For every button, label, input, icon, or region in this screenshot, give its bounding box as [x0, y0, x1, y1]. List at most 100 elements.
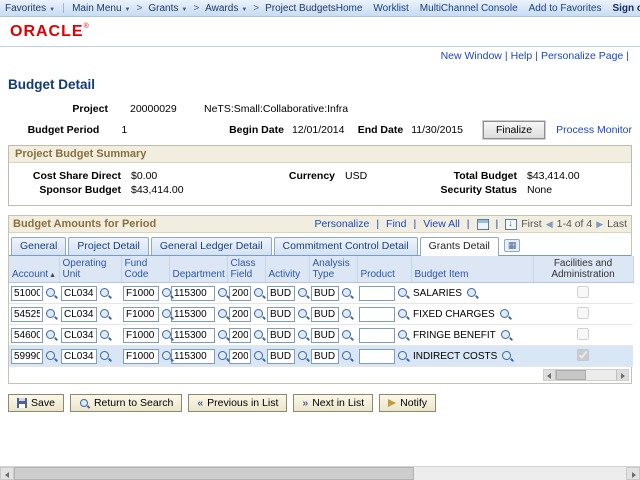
- tab-general[interactable]: General: [11, 237, 66, 255]
- page-horizontal-scrollbar[interactable]: [0, 466, 640, 480]
- lookup-icon[interactable]: [341, 287, 354, 300]
- account-input[interactable]: [11, 286, 43, 301]
- lookup-icon[interactable]: [297, 287, 310, 300]
- operating-unit-input[interactable]: [61, 349, 97, 364]
- signout-link[interactable]: Sign out: [612, 3, 640, 14]
- operating-unit-input[interactable]: [61, 307, 97, 322]
- lookup-icon[interactable]: [217, 329, 230, 342]
- lookup-icon[interactable]: [297, 329, 310, 342]
- lookup-icon[interactable]: [45, 308, 58, 321]
- home-link[interactable]: Home: [336, 3, 363, 14]
- lookup-icon[interactable]: [217, 308, 230, 321]
- personalize-grid-icon[interactable]: [477, 219, 489, 230]
- first-label[interactable]: First: [521, 218, 541, 230]
- breadcrumb-main-menu[interactable]: Main Menu: [72, 3, 130, 14]
- scroll-left-icon[interactable]: [0, 467, 14, 480]
- lookup-icon[interactable]: [397, 329, 410, 342]
- column-header-department[interactable]: Department: [169, 256, 227, 283]
- breadcrumb-grants[interactable]: Grants: [148, 3, 187, 14]
- column-header-budget-item[interactable]: Budget Item: [411, 256, 533, 283]
- favorites-menu[interactable]: Favorites: [5, 3, 55, 14]
- lookup-icon[interactable]: [397, 350, 410, 363]
- product-input[interactable]: [359, 307, 395, 322]
- download-icon[interactable]: [505, 219, 517, 230]
- lookup-icon[interactable]: [253, 308, 266, 321]
- column-header-activity[interactable]: Activity: [265, 256, 309, 283]
- lookup-icon[interactable]: [397, 308, 410, 321]
- personalize-page-link[interactable]: Personalize Page: [541, 50, 623, 62]
- tab-grants-detail[interactable]: Grants Detail: [420, 237, 499, 256]
- account-input[interactable]: [11, 328, 43, 343]
- operating-unit-input[interactable]: [61, 328, 97, 343]
- next-rows-icon[interactable]: [596, 218, 603, 230]
- fund-code-input[interactable]: [123, 286, 159, 301]
- scroll-thumb[interactable]: [14, 467, 414, 480]
- scroll-left-icon[interactable]: [544, 370, 556, 380]
- lookup-icon[interactable]: [499, 308, 512, 321]
- breadcrumb-project-budgets[interactable]: Project Budgets: [265, 3, 336, 14]
- help-link[interactable]: Help: [511, 50, 533, 62]
- add-to-favorites-link[interactable]: Add to Favorites: [529, 3, 602, 14]
- column-header-operating-unit[interactable]: Operating Unit: [59, 256, 121, 283]
- show-all-tabs-button[interactable]: [504, 239, 521, 252]
- department-input[interactable]: [171, 349, 215, 364]
- breadcrumb-awards[interactable]: Awards: [205, 3, 247, 14]
- lookup-icon[interactable]: [99, 308, 112, 321]
- account-input[interactable]: [11, 349, 43, 364]
- department-input[interactable]: [171, 307, 215, 322]
- activity-input[interactable]: [267, 328, 295, 343]
- fund-code-input[interactable]: [123, 349, 159, 364]
- department-input[interactable]: [171, 286, 215, 301]
- return-to-search-button[interactable]: Return to Search: [70, 394, 182, 412]
- column-header-product[interactable]: Product: [357, 256, 411, 283]
- lookup-icon[interactable]: [99, 350, 112, 363]
- scroll-thumb[interactable]: [556, 370, 586, 380]
- lookup-icon[interactable]: [161, 308, 174, 321]
- class-field-input[interactable]: [229, 307, 251, 322]
- operating-unit-input[interactable]: [61, 286, 97, 301]
- lookup-icon[interactable]: [217, 350, 230, 363]
- finalize-button[interactable]: Finalize: [483, 121, 545, 139]
- personalize-link[interactable]: Personalize: [314, 218, 369, 230]
- analysis-type-input[interactable]: [311, 328, 339, 343]
- notify-button[interactable]: Notify: [379, 394, 436, 412]
- next-in-list-button[interactable]: Next in List: [293, 394, 373, 412]
- analysis-type-input[interactable]: [311, 307, 339, 322]
- lookup-icon[interactable]: [99, 287, 112, 300]
- column-header-fund-code[interactable]: Fund Code: [121, 256, 169, 283]
- class-field-input[interactable]: [229, 328, 251, 343]
- lookup-icon[interactable]: [161, 287, 174, 300]
- grid-horizontal-scrollbar[interactable]: [543, 369, 629, 381]
- lookup-icon[interactable]: [161, 329, 174, 342]
- lookup-icon[interactable]: [161, 350, 174, 363]
- column-header-analysis-type[interactable]: Analysis Type: [309, 256, 357, 283]
- analysis-type-input[interactable]: [311, 286, 339, 301]
- tab-project-detail[interactable]: Project Detail: [68, 237, 148, 255]
- lookup-icon[interactable]: [500, 329, 513, 342]
- lookup-icon[interactable]: [341, 350, 354, 363]
- product-input[interactable]: [359, 286, 395, 301]
- lookup-icon[interactable]: [341, 308, 354, 321]
- lookup-icon[interactable]: [253, 350, 266, 363]
- tab-commitment-control-detail[interactable]: Commitment Control Detail: [274, 237, 418, 255]
- class-field-input[interactable]: [229, 286, 251, 301]
- lookup-icon[interactable]: [397, 287, 410, 300]
- department-input[interactable]: [171, 328, 215, 343]
- column-header-class-field[interactable]: Class Field: [227, 256, 265, 283]
- account-input[interactable]: [11, 307, 43, 322]
- lookup-icon[interactable]: [253, 329, 266, 342]
- lookup-icon[interactable]: [99, 329, 112, 342]
- analysis-type-input[interactable]: [311, 349, 339, 364]
- scroll-right-icon[interactable]: [626, 467, 640, 480]
- lookup-icon[interactable]: [45, 350, 58, 363]
- activity-input[interactable]: [267, 349, 295, 364]
- class-field-input[interactable]: [229, 349, 251, 364]
- lookup-icon[interactable]: [341, 329, 354, 342]
- product-input[interactable]: [359, 328, 395, 343]
- scroll-right-icon[interactable]: [616, 370, 628, 380]
- process-monitor-link[interactable]: Process Monitor: [556, 124, 632, 136]
- lookup-icon[interactable]: [253, 287, 266, 300]
- previous-in-list-button[interactable]: Previous in List: [188, 394, 287, 412]
- lookup-icon[interactable]: [45, 329, 58, 342]
- tab-general-ledger-detail[interactable]: General Ledger Detail: [151, 237, 272, 255]
